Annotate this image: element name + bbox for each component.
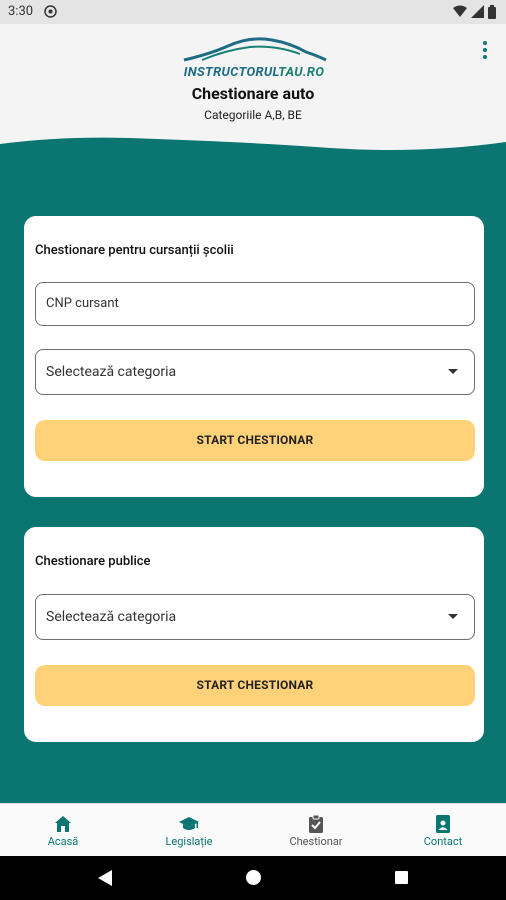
public-category-value: Selectează categoria [46, 609, 177, 625]
car-logo-icon [183, 37, 327, 62]
cnp-placeholder: CNP cursant [46, 296, 119, 311]
school-category-select[interactable]: Selectează categoria [35, 349, 475, 395]
nav-label-legislation: Legislație [165, 835, 213, 848]
dropdown-arrow-icon [448, 369, 458, 374]
graduation-cap-icon [179, 817, 199, 830]
wave-divider [0, 137, 506, 168]
school-quiz-title: Chestionare pentru cursanții școlii [35, 243, 234, 258]
nav-item-legislation[interactable]: Legislație [126, 804, 252, 857]
wifi-icon [453, 5, 467, 17]
school-category-value: Selectează categoria [46, 364, 177, 380]
checklist-icon [309, 814, 323, 833]
back-icon[interactable] [98, 870, 112, 886]
recent-apps-icon[interactable] [395, 871, 408, 884]
cnp-field[interactable]: CNP cursant [35, 282, 475, 326]
status-bar: 3:30 [0, 0, 506, 24]
dropdown-arrow-icon [448, 614, 458, 619]
nav-label-quiz: Chestionar [289, 835, 343, 848]
signal-icon [471, 5, 484, 18]
public-start-button[interactable]: START CHESTIONAR [35, 665, 475, 706]
app-logo: INSTRUCTORULTAU.RO [180, 34, 328, 80]
page-subtitle: Categoriile A,B, BE [204, 108, 302, 122]
system-navigation-bar [0, 856, 506, 900]
more-vert-icon[interactable] [482, 40, 488, 60]
status-time: 3:30 [8, 4, 34, 19]
contact-card-icon [436, 815, 450, 833]
nav-item-home[interactable]: Acasă [0, 804, 126, 857]
nav-label-home: Acasă [47, 835, 79, 848]
public-category-select[interactable]: Selectează categoria [35, 594, 475, 640]
battery-icon [488, 5, 496, 19]
bottom-navigation: Acasă Legislație Chestionar Contact [0, 803, 506, 857]
home-button-icon[interactable] [246, 870, 261, 885]
school-quiz-card: Chestionare pentru cursanții școlii CNP … [24, 216, 484, 497]
at-sign-icon [44, 5, 57, 18]
public-quiz-title: Chestionare publice [35, 554, 151, 569]
nav-item-quiz[interactable]: Chestionar [253, 804, 379, 857]
home-icon [55, 816, 71, 832]
public-quiz-card: Chestionare publice Selectează categoria… [24, 527, 484, 742]
nav-item-contact[interactable]: Contact [380, 804, 506, 857]
school-start-button[interactable]: START CHESTIONAR [35, 420, 475, 461]
nav-label-contact: Contact [423, 835, 463, 848]
page-title: Chestionare auto [191, 84, 315, 103]
logo-text: INSTRUCTORULTAU.RO [183, 65, 325, 80]
